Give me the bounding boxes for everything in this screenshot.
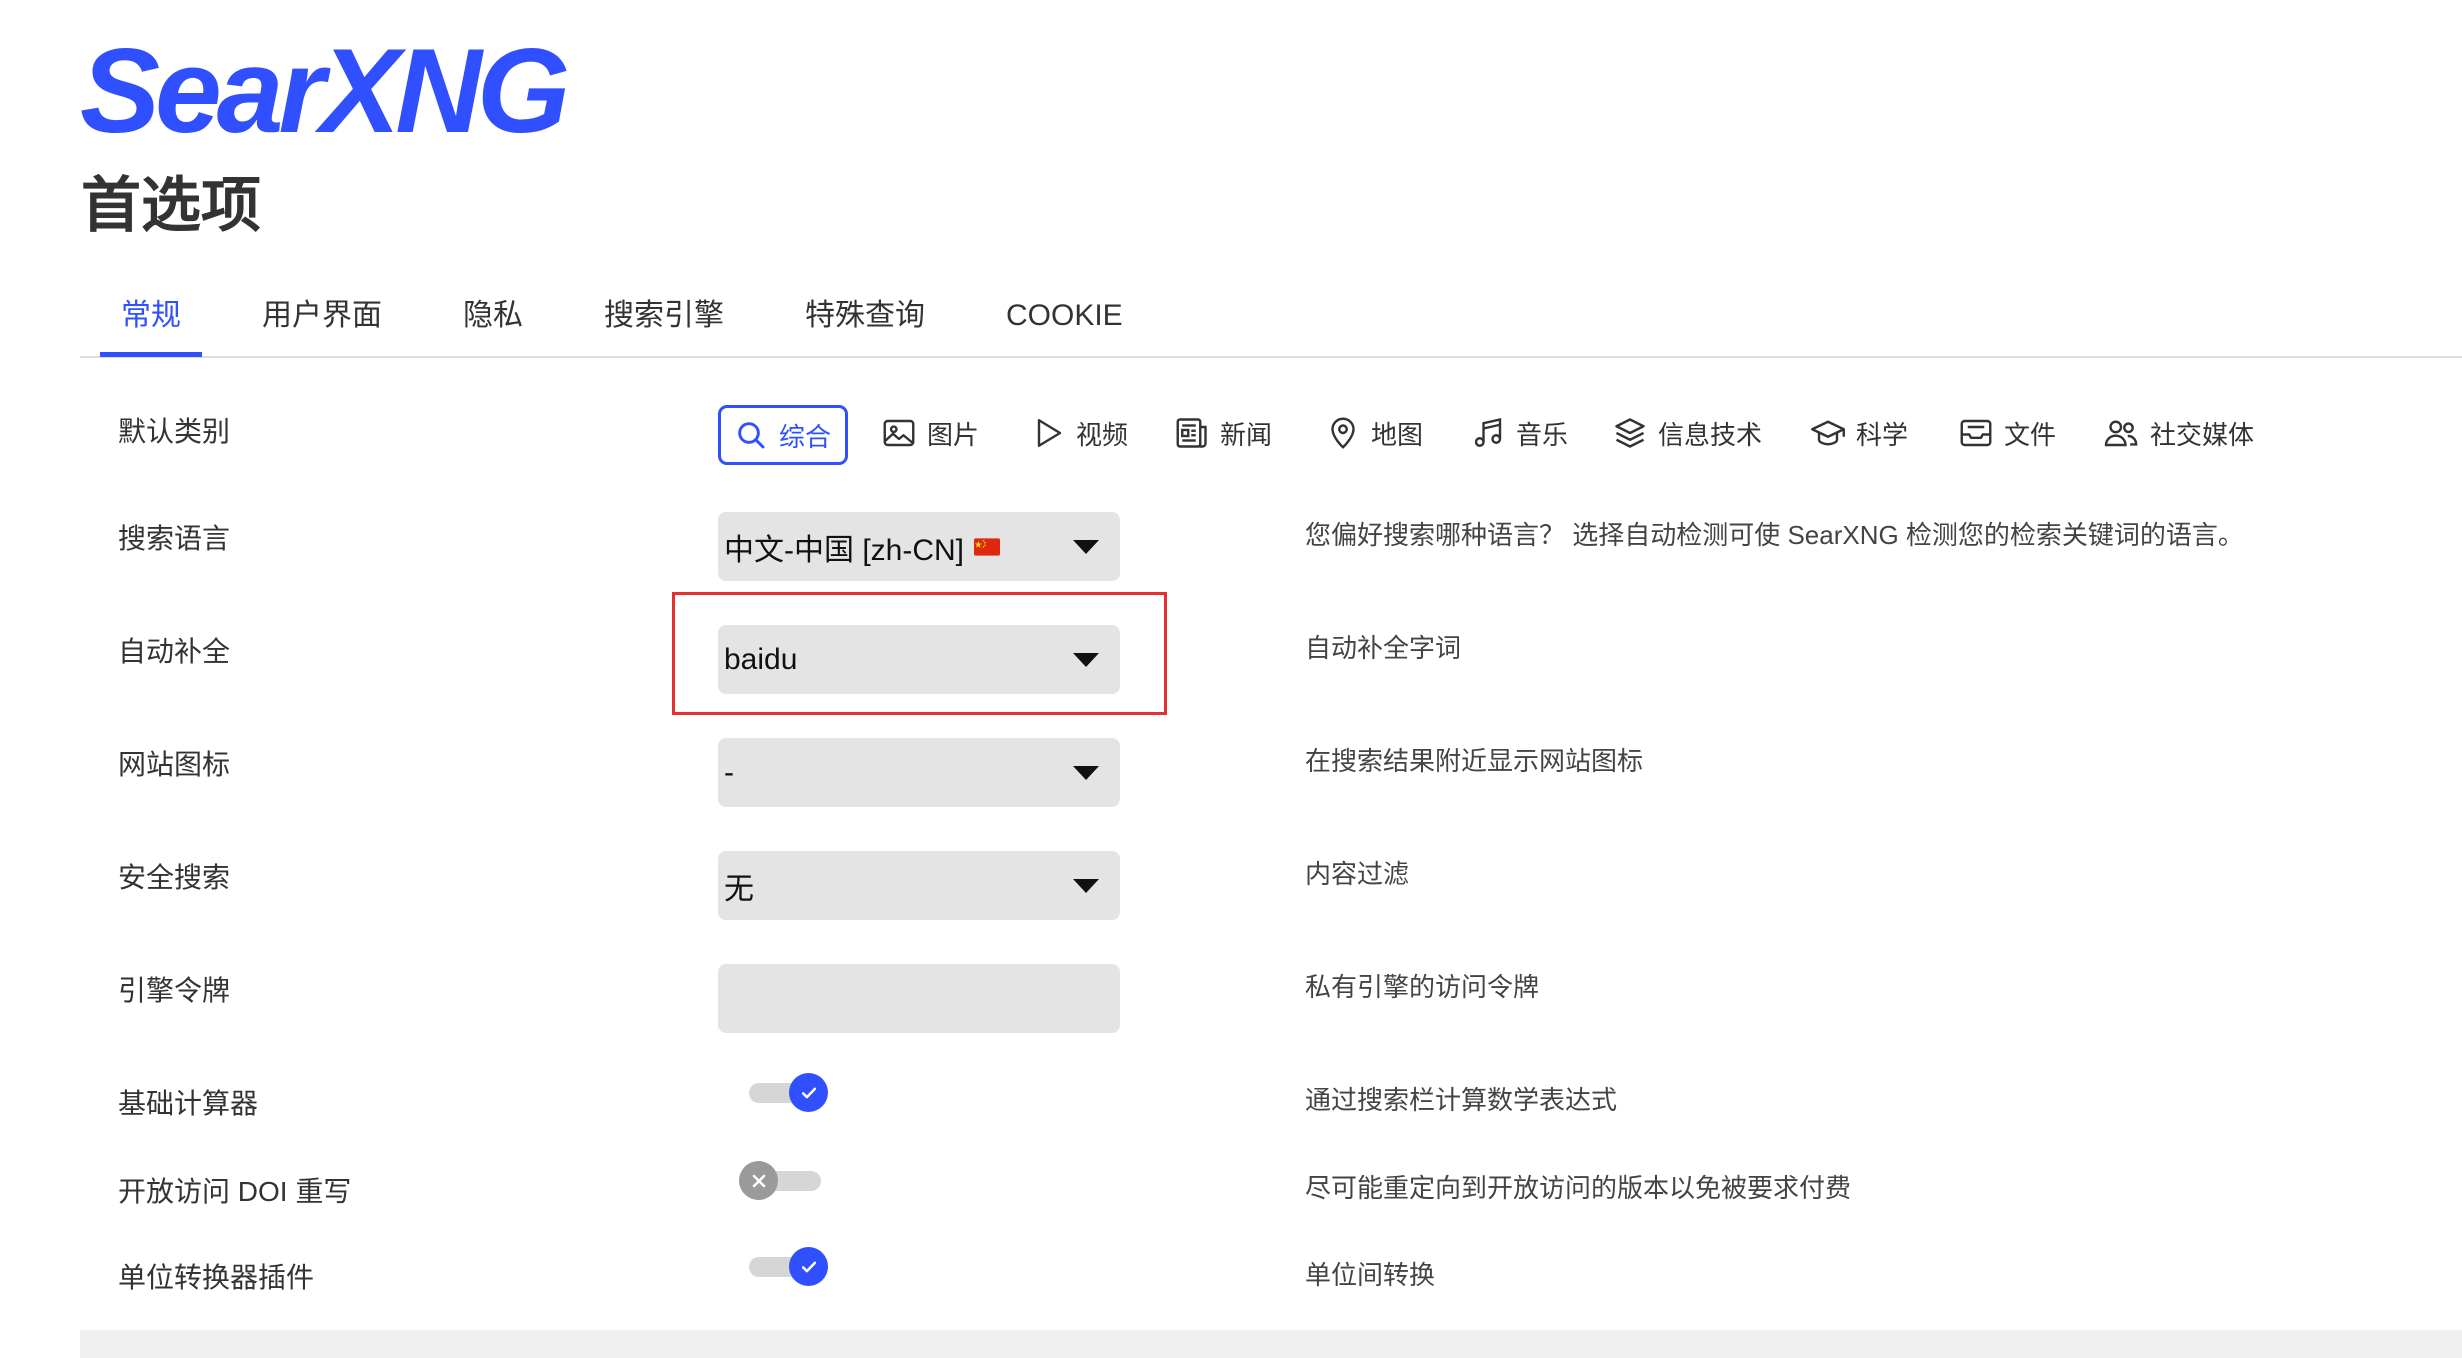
category-label: 新闻 — [1220, 419, 1273, 450]
cn-flag-icon — [974, 537, 1000, 556]
engine-tokens-input[interactable] — [718, 964, 1120, 1033]
category-label: 信息技术 — [1658, 419, 1763, 450]
map-pin-icon — [1325, 415, 1361, 451]
category-label: 科学 — [1856, 419, 1909, 450]
language-label: 搜索语言 — [118, 523, 231, 554]
music-note-icon — [1470, 415, 1506, 451]
favicon-select-value: - — [724, 755, 734, 789]
plugin-calculator-toggle[interactable] — [739, 1073, 829, 1113]
plugin-unit-converter-toggle[interactable] — [739, 1247, 829, 1287]
category-label: 地图 — [1371, 419, 1424, 450]
category-files-button[interactable]: 文件 — [1958, 403, 2056, 463]
categories-label: 默认类别 — [118, 416, 231, 447]
chevron-down-icon — [1073, 879, 1099, 893]
people-icon — [2102, 415, 2140, 451]
chevron-down-icon — [1073, 766, 1099, 780]
tab-privacy[interactable]: 隐私 — [442, 280, 544, 357]
plugin-unit-converter-label: 单位转换器插件 — [118, 1262, 315, 1293]
footer-bar — [80, 1330, 2462, 1358]
category-label: 社交媒体 — [2150, 419, 2255, 450]
newspaper-icon — [1174, 415, 1210, 451]
category-label: 综合 — [778, 421, 831, 452]
language-select-value: 中文-中国 [zh-CN] — [724, 533, 964, 567]
image-icon — [881, 415, 917, 451]
searxng-logo[interactable]: SearXNG — [80, 31, 570, 151]
chevron-down-icon — [1073, 653, 1099, 667]
category-label: 视频 — [1076, 419, 1129, 450]
category-label: 文件 — [2004, 419, 2057, 450]
chevron-down-icon — [1073, 540, 1099, 554]
tab-general[interactable]: 常规 — [100, 280, 202, 357]
plugin-doi-rewrite-label: 开放访问 DOI 重写 — [118, 1176, 352, 1207]
archive-tray-icon — [1958, 415, 1994, 451]
plugin-doi-rewrite-toggle[interactable] — [739, 1161, 829, 1201]
category-general-button[interactable]: 综合 — [718, 405, 848, 465]
plugin-calculator-description: 通过搜索栏计算数学表达式 — [1305, 1085, 1618, 1115]
category-news-button[interactable]: 新闻 — [1174, 403, 1272, 463]
tab-special-queries[interactable]: 特殊查询 — [784, 280, 946, 357]
check-icon — [799, 1257, 819, 1277]
favicon-description: 在搜索结果附近显示网站图标 — [1305, 746, 1644, 776]
engine-tokens-description: 私有引擎的访问令牌 — [1305, 972, 1540, 1002]
layers-icon — [1612, 415, 1648, 451]
category-maps-button[interactable]: 地图 — [1325, 403, 1423, 463]
favicon-select[interactable]: - — [718, 738, 1120, 807]
safesearch-select-value: 无 — [724, 872, 754, 906]
search-icon — [735, 419, 767, 451]
toggle-knob — [789, 1073, 828, 1112]
category-images-button[interactable]: 图片 — [881, 403, 979, 463]
play-icon — [1030, 415, 1066, 451]
plugin-calculator-label: 基础计算器 — [118, 1088, 259, 1119]
tab-cookies[interactable]: COOKIE — [985, 280, 1144, 357]
safesearch-select[interactable]: 无 — [718, 851, 1120, 920]
tab-user-interface[interactable]: 用户界面 — [241, 280, 403, 357]
graduation-cap-icon — [1810, 415, 1846, 451]
safesearch-label: 安全搜索 — [118, 862, 231, 893]
favicon-label: 网站图标 — [118, 749, 231, 780]
category-music-button[interactable]: 音乐 — [1470, 403, 1568, 463]
toggle-knob — [789, 1247, 828, 1286]
engine-tokens-label: 引擎令牌 — [118, 975, 231, 1006]
toggle-knob — [739, 1161, 778, 1200]
autocomplete-description: 自动补全字词 — [1305, 633, 1462, 663]
category-label: 音乐 — [1516, 419, 1569, 450]
safesearch-description: 内容过滤 — [1305, 859, 1410, 889]
check-icon — [799, 1083, 819, 1103]
page-title: 首选项 — [81, 172, 261, 239]
category-it-button[interactable]: 信息技术 — [1612, 403, 1762, 463]
plugin-unit-converter-description: 单位间转换 — [1305, 1260, 1436, 1290]
autocomplete-select[interactable]: baidu — [718, 625, 1120, 694]
category-label: 图片 — [927, 419, 980, 450]
plugin-doi-rewrite-description: 尽可能重定向到开放访问的版本以免被要求付费 — [1305, 1173, 1852, 1203]
tab-engines[interactable]: 搜索引擎 — [583, 280, 745, 357]
category-science-button[interactable]: 科学 — [1810, 403, 1908, 463]
autocomplete-select-value: baidu — [724, 642, 798, 676]
category-social-media-button[interactable]: 社交媒体 — [2102, 403, 2254, 463]
close-icon — [749, 1171, 769, 1191]
preferences-tabs: 常规 用户界面 隐私 搜索引擎 特殊查询 COOKIE — [100, 280, 1144, 357]
autocomplete-label: 自动补全 — [118, 636, 231, 667]
category-videos-button[interactable]: 视频 — [1030, 403, 1128, 463]
language-description: 您偏好搜索哪种语言？ 选择自动检测可使 SearXNG 检测您的检索关键词的语言… — [1305, 520, 2244, 550]
language-select[interactable]: 中文-中国 [zh-CN] — [718, 512, 1120, 581]
